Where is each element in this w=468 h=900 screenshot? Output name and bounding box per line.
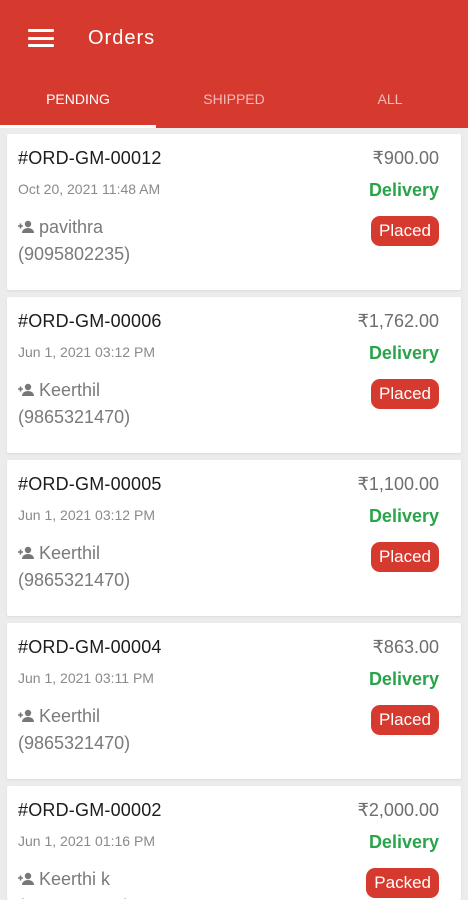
status-badge: Placed	[371, 379, 439, 409]
add-person-icon	[18, 709, 34, 722]
order-id: #ORD-GM-00005	[18, 474, 162, 494]
order-id: #ORD-GM-00002	[18, 800, 162, 820]
status-badge: Placed	[371, 705, 439, 735]
order-date: Jun 1, 2021 01:16 PM	[18, 833, 155, 849]
order-card[interactable]: #ORD-GM-00006 Jun 1, 2021 03:12 PM Keert…	[7, 297, 461, 453]
customer-info: Keerthil (9865321470)	[18, 540, 130, 594]
add-person-icon	[18, 546, 34, 559]
customer-phone: (9865321470)	[18, 893, 130, 899]
status-badge: Placed	[371, 216, 439, 246]
tab-pending[interactable]: PENDING	[0, 76, 156, 128]
order-id: #ORD-GM-00004	[18, 637, 162, 657]
order-date: Jun 1, 2021 03:12 PM	[18, 507, 155, 523]
order-amount: ₹863.00	[372, 637, 439, 657]
customer-name: Keerthil	[39, 543, 101, 563]
page-title: Orders	[88, 26, 156, 49]
order-id: #ORD-GM-00012	[18, 148, 162, 168]
tab-bar: PENDING SHIPPED ALL	[0, 76, 468, 128]
delivery-mode: Delivery	[368, 669, 439, 689]
app-bar: Orders PENDING SHIPPED ALL	[0, 0, 468, 128]
status-badge: Packed	[366, 868, 439, 898]
add-person-icon	[18, 220, 34, 233]
order-amount: ₹1,100.00	[357, 474, 439, 494]
order-card[interactable]: #ORD-GM-00002 Jun 1, 2021 01:16 PM Keert…	[7, 786, 461, 900]
order-amount: ₹2,000.00	[357, 800, 439, 820]
customer-info: pavithra (9095802235)	[18, 214, 130, 268]
hamburger-menu-icon[interactable]	[28, 29, 54, 47]
add-person-icon	[18, 872, 34, 885]
customer-phone: (9865321470)	[18, 407, 131, 427]
order-amount: ₹900.00	[372, 148, 439, 168]
customer-phone: (9865321470)	[18, 733, 131, 753]
order-card[interactable]: #ORD-GM-00005 Jun 1, 2021 03:12 PM Keert…	[7, 460, 461, 616]
status-badge: Placed	[371, 542, 439, 572]
order-id: #ORD-GM-00006	[18, 311, 162, 331]
customer-info: Keerthil (9865321470)	[18, 377, 130, 431]
delivery-mode: Delivery	[368, 343, 439, 363]
add-person-icon	[18, 383, 34, 396]
customer-phone: (9865321470)	[18, 570, 131, 590]
customer-name: Keerthi k	[39, 869, 111, 889]
customer-name: pavithra	[39, 217, 104, 237]
customer-name: Keerthil	[39, 706, 101, 726]
order-date: Jun 1, 2021 03:11 PM	[18, 670, 154, 686]
order-card[interactable]: #ORD-GM-00012 Oct 20, 2021 11:48 AM pavi…	[7, 134, 461, 290]
toolbar: Orders	[0, 0, 468, 76]
order-amount: ₹1,762.00	[357, 311, 439, 331]
tab-all[interactable]: ALL	[312, 76, 468, 128]
customer-info: Keerthil (9865321470)	[18, 703, 130, 757]
order-date: Oct 20, 2021 11:48 AM	[18, 181, 161, 197]
delivery-mode: Delivery	[368, 180, 439, 200]
customer-name: Keerthil	[39, 380, 101, 400]
customer-phone: (9095802235)	[18, 244, 131, 264]
order-date: Jun 1, 2021 03:12 PM	[18, 344, 155, 360]
customer-info: Keerthi k (9865321470)	[18, 866, 130, 899]
tab-shipped[interactable]: SHIPPED	[156, 76, 312, 128]
delivery-mode: Delivery	[368, 832, 439, 852]
order-card[interactable]: #ORD-GM-00004 Jun 1, 2021 03:11 PM Keert…	[7, 623, 461, 779]
delivery-mode: Delivery	[368, 506, 439, 526]
